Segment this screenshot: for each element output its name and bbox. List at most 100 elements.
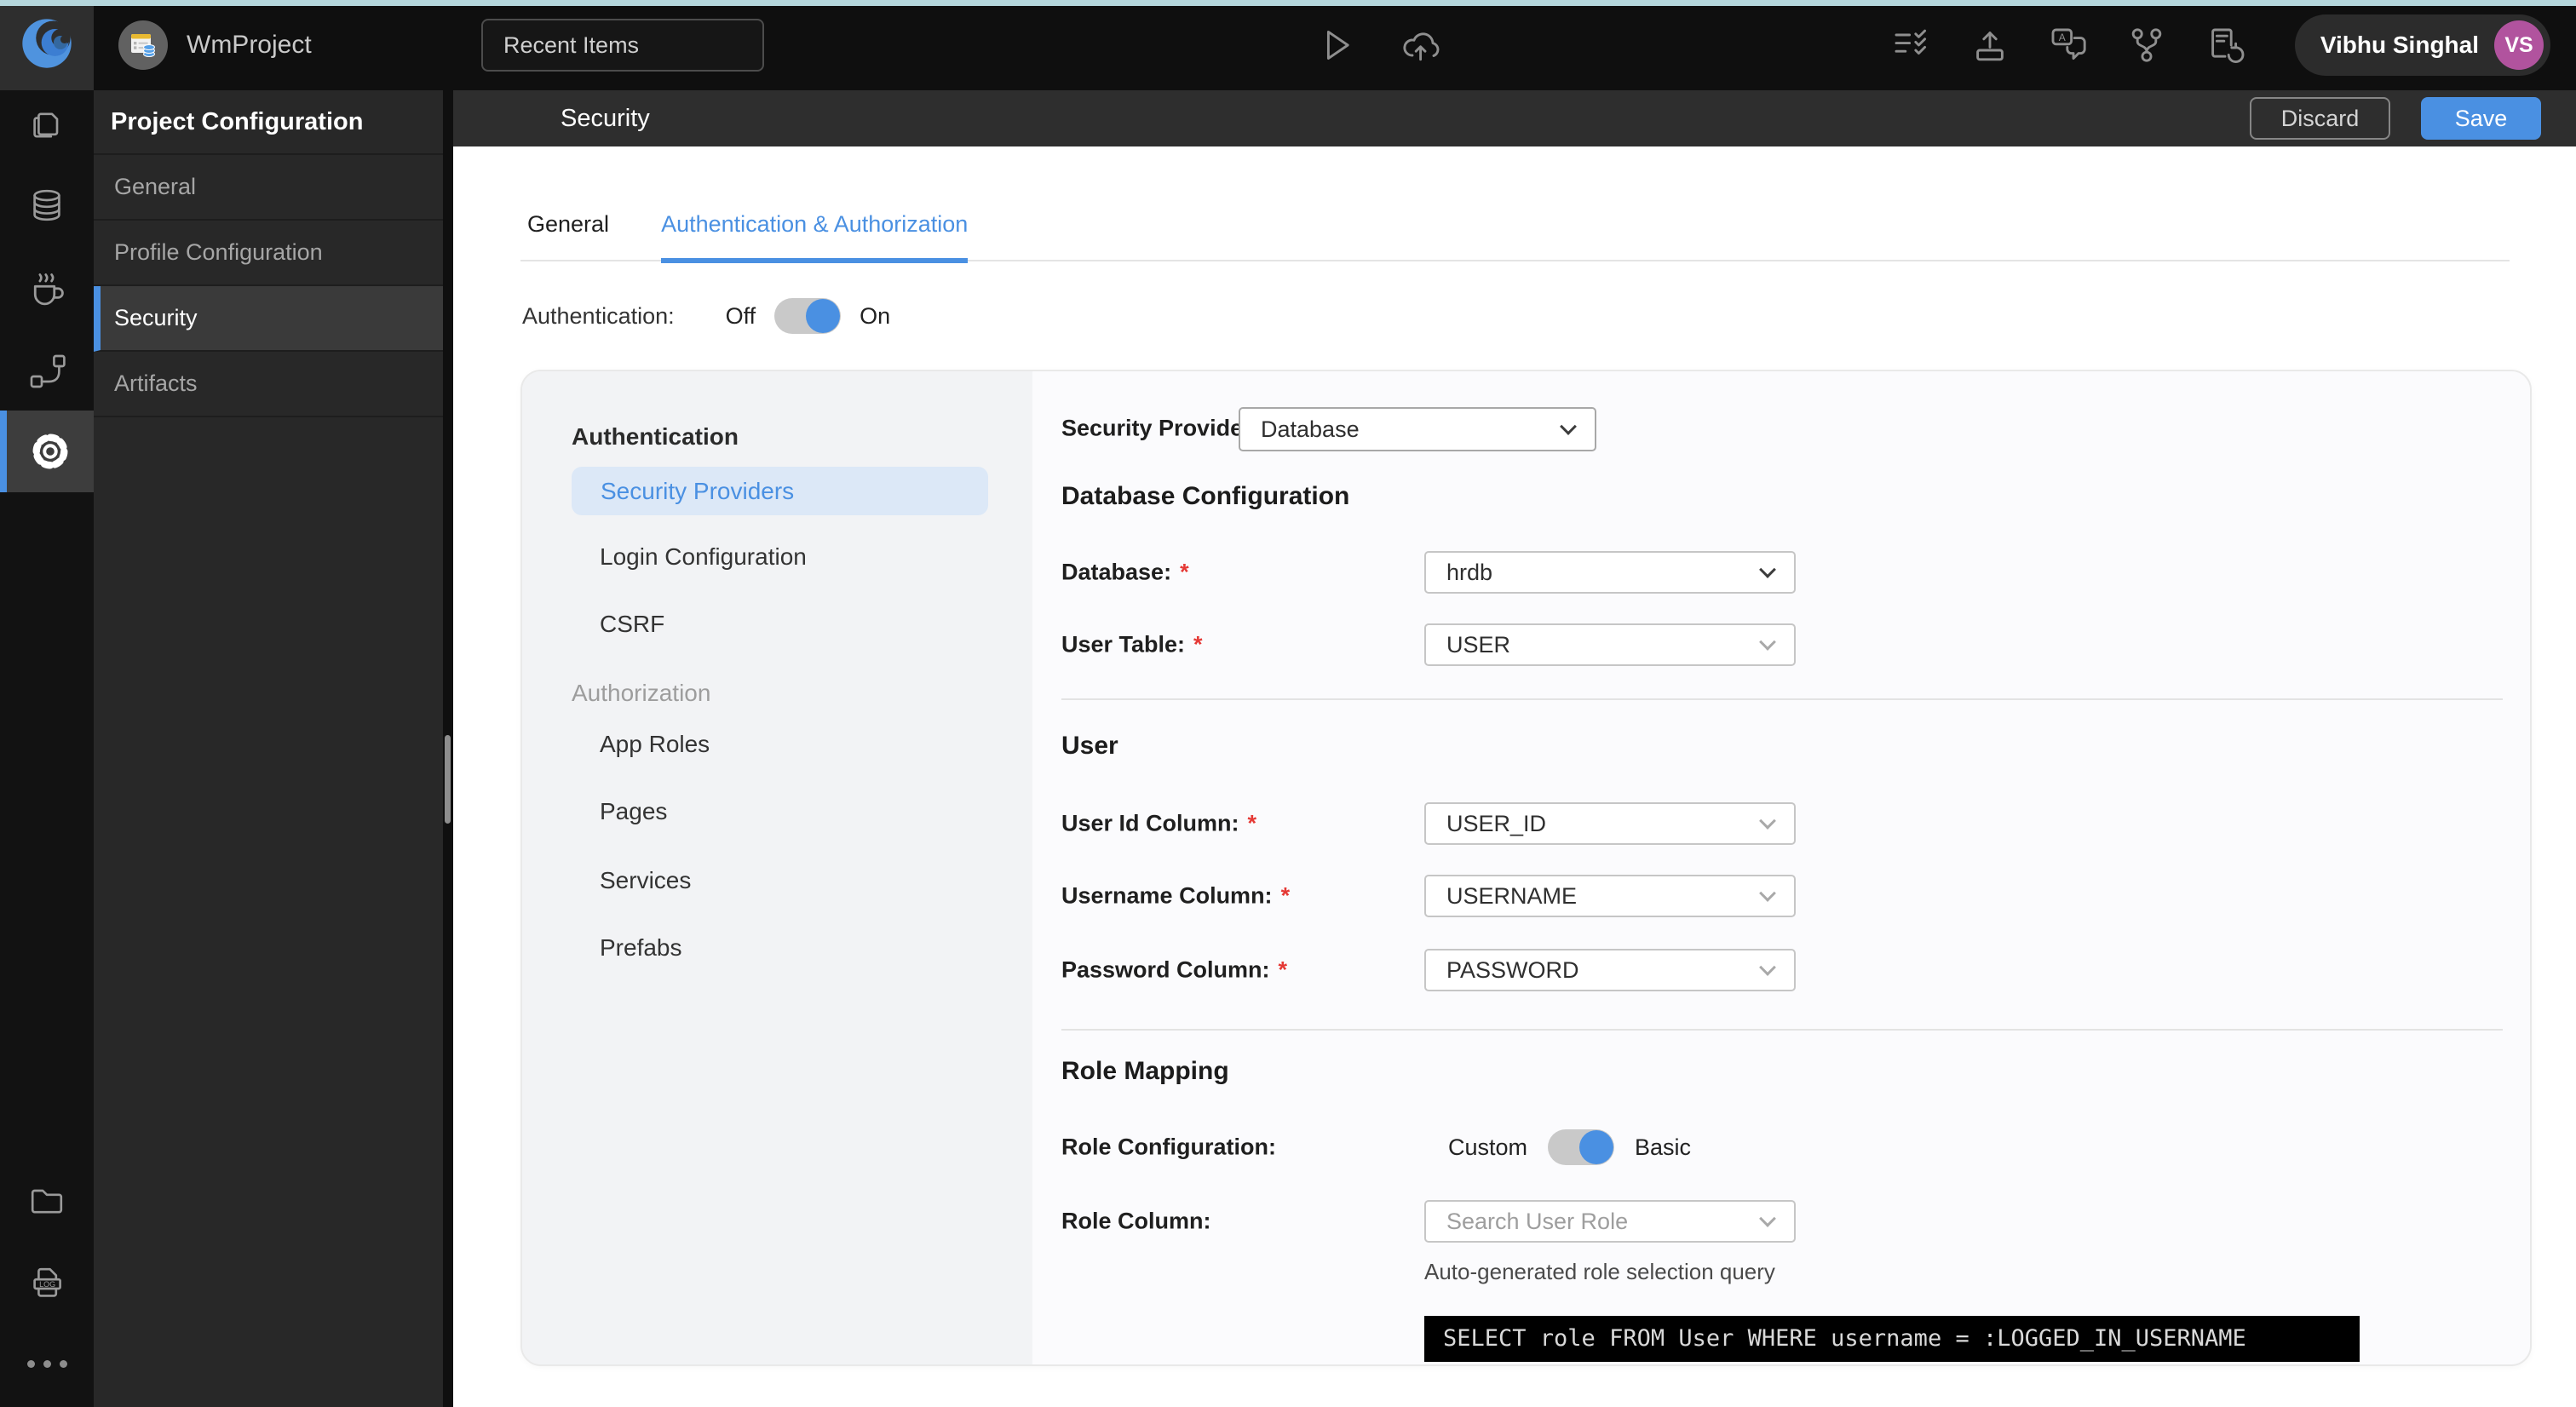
user-table-label: User Table: * (1061, 631, 1203, 658)
nav-item-app-roles[interactable]: App Roles (600, 731, 710, 758)
panel-title: Project Configuration (94, 90, 443, 155)
wavemaker-logo-button[interactable] (0, 0, 94, 90)
switch-knob (806, 299, 841, 333)
security-provider-select[interactable]: Database (1239, 407, 1596, 451)
user-id-column-row: User Id Column: * USER_ID (1061, 801, 2513, 846)
recent-items-label: Recent Items (503, 32, 640, 58)
recent-items-dropdown[interactable]: Recent Items (481, 19, 764, 72)
user-id-column-select[interactable]: USER_ID (1424, 802, 1796, 845)
apis-icon[interactable] (0, 338, 94, 405)
toggle-on-label: On (860, 302, 891, 329)
translate-icon[interactable]: A (2048, 25, 2089, 66)
security-provider-form: Security Provider Database Database Conf… (1032, 371, 2530, 1364)
ellipsis-dots (26, 1359, 67, 1368)
password-column-select[interactable]: PASSWORD (1424, 949, 1796, 991)
branch-icon[interactable] (2126, 25, 2167, 66)
database-icon[interactable] (0, 172, 94, 238)
settings-gear-icon[interactable] (0, 411, 94, 492)
user-menu[interactable]: Vibhu Singhal VS (2294, 14, 2550, 76)
svg-text:A: A (2059, 32, 2066, 43)
user-table-row: User Table: * USER (1061, 623, 2513, 667)
role-mapping-heading: Role Mapping (1061, 1057, 1229, 1085)
sidebar-item-profile-configuration[interactable]: Profile Configuration (94, 221, 443, 286)
authentication-toggle-row: Authentication: Off On (522, 298, 890, 334)
chevron-down-icon (1759, 1210, 1776, 1227)
nav-item-pages[interactable]: Pages (600, 798, 667, 825)
authentication-section-header: Authentication (572, 423, 739, 450)
password-column-label: Password Column: * (1061, 956, 1288, 983)
play-icon[interactable] (1316, 25, 1357, 66)
user-table-select[interactable]: USER (1424, 623, 1796, 666)
role-column-label: Role Column: (1061, 1208, 1211, 1234)
section-divider (1061, 698, 2503, 700)
sidebar-item-general[interactable]: General (94, 155, 443, 221)
project-config-panel: Project Configuration General Profile Co… (94, 90, 443, 1407)
cloud-upload-icon[interactable] (1400, 25, 1440, 66)
more-dots-icon[interactable] (0, 1330, 94, 1397)
sidebar-item-artifacts[interactable]: Artifacts (94, 352, 443, 417)
nav-item-services[interactable]: Services (600, 867, 691, 894)
role-configuration-label: Role Configuration: (1061, 1134, 1276, 1160)
discard-button[interactable]: Discard (2250, 97, 2390, 140)
user-avatar: VS (2494, 20, 2544, 70)
svg-text:LOG: LOG (39, 1280, 55, 1289)
project-chip[interactable]: WmProject (118, 0, 312, 90)
java-services-icon[interactable] (0, 256, 94, 323)
topbar-right-actions: A Vibhu Singhal VS (1891, 0, 2550, 90)
required-asterisk: * (1180, 559, 1189, 585)
window-accent-strip (0, 0, 2576, 6)
role-configuration-toggle-group: Custom Basic (1448, 1125, 1691, 1169)
nav-item-login-configuration[interactable]: Login Configuration (600, 543, 807, 571)
user-id-column-label: User Id Column: * (1061, 810, 1257, 836)
security-provider-value: Database (1261, 416, 1360, 442)
project-name: WmProject (187, 31, 312, 59)
folder-icon[interactable] (0, 1168, 94, 1234)
user-name: Vibhu Singhal (2320, 32, 2479, 58)
scrollbar-thumb[interactable] (445, 735, 451, 824)
authentication-label: Authentication: (522, 302, 675, 329)
chevron-down-icon (1759, 885, 1776, 902)
required-asterisk: * (1278, 956, 1288, 983)
username-column-value: USERNAME (1446, 882, 1578, 909)
run-actions (1316, 0, 1440, 90)
chevron-down-icon (1759, 634, 1776, 651)
tab-general[interactable]: General (527, 211, 609, 260)
database-select[interactable]: hrdb (1424, 551, 1796, 594)
export-icon[interactable] (1969, 25, 2010, 66)
nav-item-security-providers[interactable]: Security Providers (572, 467, 988, 515)
role-configuration-switch[interactable] (1548, 1129, 1615, 1165)
password-column-value: PASSWORD (1446, 956, 1579, 983)
user-table-value: USER (1446, 631, 1511, 658)
role-selection-query-code: SELECT role FROM User WHERE username = :… (1424, 1316, 2360, 1362)
security-provider-row: Security Provider Database (1061, 406, 2513, 451)
tab-authentication-authorization[interactable]: Authentication & Authorization (661, 211, 969, 263)
checklist-icon[interactable] (1891, 25, 1932, 66)
project-icon (118, 20, 168, 70)
security-inner-nav: Authentication Security Providers Login … (522, 371, 1032, 1364)
nav-item-csrf[interactable]: CSRF (600, 611, 664, 638)
role-basic-label: Basic (1635, 1134, 1692, 1160)
pages-icon[interactable] (0, 92, 94, 158)
chevron-down-icon (1759, 561, 1776, 578)
sidebar-item-security[interactable]: Security (94, 286, 443, 352)
role-column-select[interactable]: Search User Role (1424, 1200, 1796, 1243)
authentication-switch[interactable] (774, 298, 842, 334)
security-titlebar: Security Discard Save (453, 90, 2576, 146)
wavemaker-wave-icon (18, 14, 76, 77)
logs-icon[interactable]: LOG (0, 1250, 94, 1317)
file-sync-icon[interactable] (2205, 25, 2245, 66)
nav-item-prefabs[interactable]: Prefabs (600, 934, 682, 962)
page-title: Security (561, 105, 650, 132)
security-provider-label: Security Provider (1061, 415, 1252, 441)
role-column-row: Role Column: Search User Role (1061, 1199, 2513, 1243)
role-custom-label: Custom (1448, 1134, 1528, 1160)
icon-rail: LOG (0, 90, 94, 1407)
username-column-select[interactable]: USERNAME (1424, 875, 1796, 917)
security-config-card: Authentication Security Providers Login … (520, 370, 2532, 1366)
panel-scroll-gutter (443, 90, 453, 1407)
user-id-column-value: USER_ID (1446, 810, 1547, 836)
database-value: hrdb (1446, 559, 1493, 585)
security-tabs: General Authentication & Authorization (520, 211, 2510, 263)
save-button[interactable]: Save (2421, 97, 2541, 140)
role-column-placeholder: Search User Role (1446, 1208, 1629, 1234)
